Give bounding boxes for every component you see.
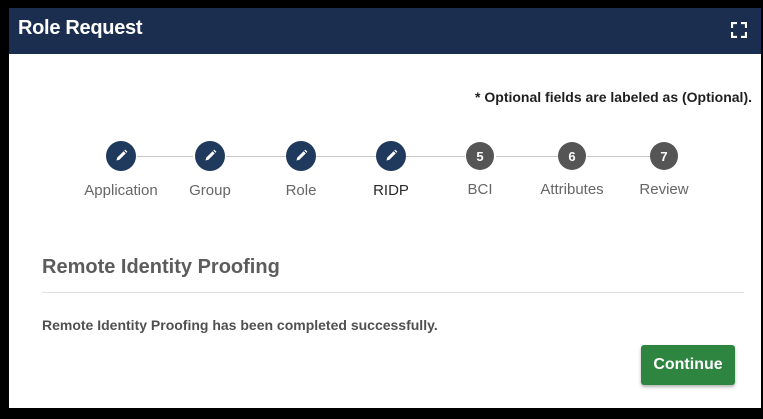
step-attributes: 6 Attributes [522,142,622,198]
step-label: Application [84,182,158,199]
step-label: BCI [467,181,493,198]
pencil-icon [116,149,128,161]
step-label: Group [189,182,231,199]
step-bci: 5 BCI [430,142,530,198]
dialog-header: Role Request [9,8,761,54]
expand-icon[interactable] [730,21,748,39]
optional-fields-note: * Optional fields are labeled as (Option… [475,89,752,105]
step-group[interactable]: Group [160,141,260,199]
screenshot-frame: Role Request * Optional fields are label… [0,0,763,419]
step-application[interactable]: Application [71,141,171,199]
success-message: Remote Identity Proofing has been comple… [42,317,438,333]
step-role[interactable]: Role [251,141,351,199]
step-review: 7 Review [614,142,714,198]
step-number-badge: 7 [650,142,678,170]
dialog-title: Role Request [18,17,143,39]
step-label: Attributes [540,181,604,198]
progress-stepper: Application Group Role RIDP 5 BCI 6 Attr… [9,141,761,202]
section-divider [42,292,744,293]
continue-button[interactable]: Continue [641,345,735,385]
section-title: Remote Identity Proofing [42,256,280,278]
step-ridp[interactable]: RIDP [341,141,441,199]
step-label: Role [285,182,317,199]
step-label: RIDP [373,182,409,199]
step-circle-complete [195,141,225,171]
step-circle-complete [106,141,136,171]
pencil-icon [386,149,398,161]
step-number-badge: 6 [558,142,586,170]
step-number-badge: 5 [466,142,494,170]
role-request-dialog: Role Request * Optional fields are label… [9,8,761,408]
step-circle-complete [286,141,316,171]
step-circle-current [376,141,406,171]
step-label: Review [639,181,689,198]
pencil-icon [205,149,217,161]
pencil-icon [296,149,308,161]
